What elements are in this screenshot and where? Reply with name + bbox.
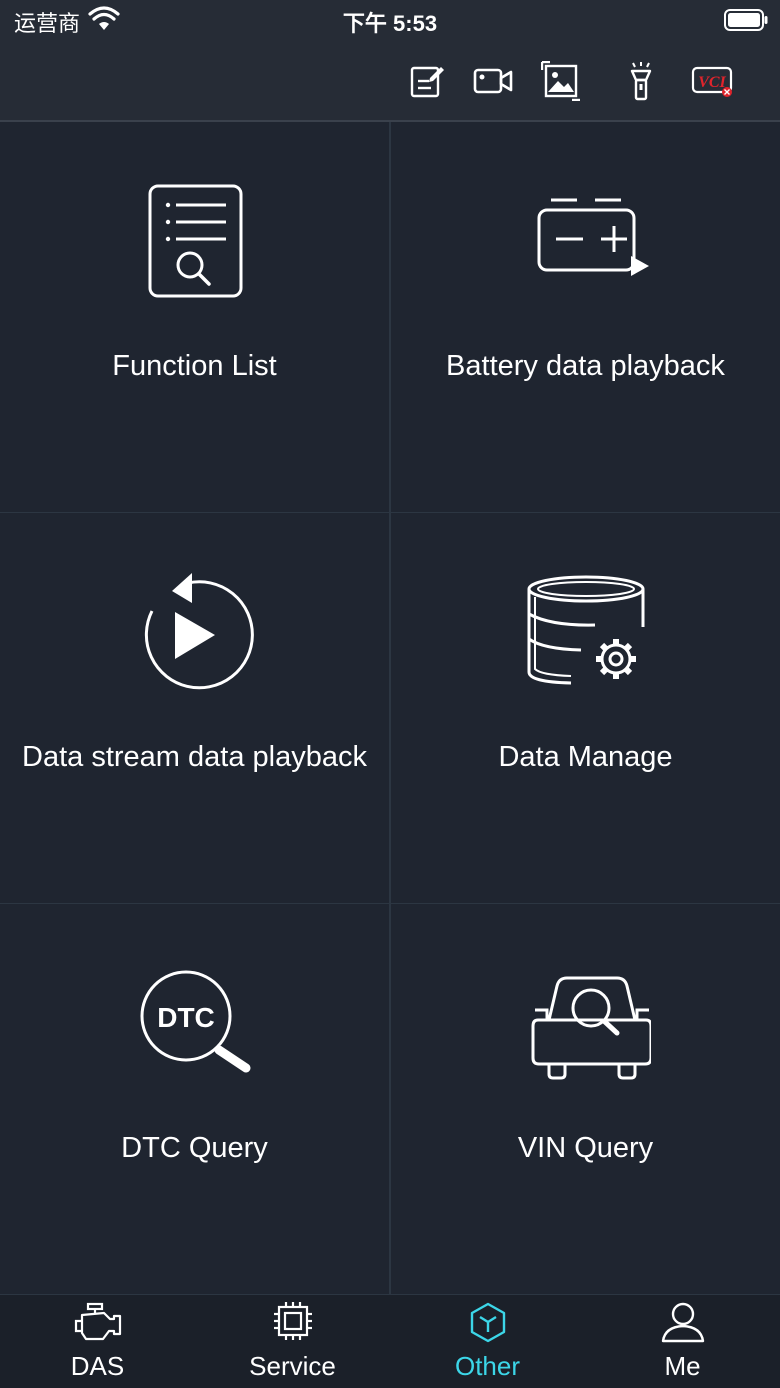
- tab-das[interactable]: DAS: [0, 1295, 195, 1388]
- image-icon: [541, 61, 580, 101]
- tile-label: Function List: [112, 350, 277, 382]
- tab-label: Service: [249, 1351, 336, 1381]
- video-camera-icon: [473, 68, 513, 94]
- replay-icon: [144, 573, 254, 690]
- tile-data-stream-data-playback[interactable]: Data stream data playback: [0, 513, 389, 903]
- battery-icon: [724, 9, 768, 31]
- dtc-icon-text: DTC: [157, 1002, 215, 1033]
- tile-battery-data-playback[interactable]: Battery data playback: [391, 122, 780, 512]
- vci-icon: VCI: [691, 66, 733, 97]
- battery-play-icon: [537, 198, 649, 276]
- bottom-tab-bar: DAS Service Other Me: [0, 1294, 780, 1388]
- status-bar: 运营商 下午 5:53: [0, 0, 780, 40]
- video-record-button[interactable]: [470, 58, 516, 104]
- flashlight-button[interactable]: [618, 58, 664, 104]
- tab-service[interactable]: Service: [195, 1295, 390, 1388]
- cube-icon: [470, 1302, 505, 1343]
- edit-note-button[interactable]: [404, 58, 450, 104]
- flashlight-icon: [630, 62, 652, 101]
- tile-vin-query[interactable]: VIN Query: [391, 904, 780, 1294]
- car-search-icon: [531, 976, 651, 1080]
- tile-label: VIN Query: [517, 1132, 654, 1164]
- tab-label: DAS: [70, 1351, 125, 1381]
- tab-label: Me: [664, 1351, 701, 1381]
- chip-icon: [273, 1302, 312, 1340]
- tile-label: DTC Query: [121, 1132, 268, 1164]
- tab-label: Other: [454, 1351, 521, 1381]
- tile-label: Battery data playback: [446, 350, 725, 382]
- tab-me[interactable]: Me: [585, 1295, 780, 1388]
- document-search-icon: [148, 184, 242, 298]
- tile-label: Data Manage: [498, 741, 673, 773]
- status-time: 下午 5:53: [342, 11, 438, 36]
- tab-other[interactable]: Other: [390, 1295, 585, 1388]
- edit-note-icon: [410, 66, 444, 98]
- function-grid: Function List Battery data playback Data: [0, 122, 780, 1294]
- screenshot-gallery-button[interactable]: [538, 58, 584, 104]
- engine-icon: [74, 1302, 121, 1341]
- dtc-search-icon: DTC: [140, 970, 250, 1073]
- top-toolbar: VCI: [0, 40, 780, 122]
- tile-dtc-query[interactable]: DTC DTC Query: [0, 904, 389, 1294]
- vci-connection-button[interactable]: VCI: [690, 58, 736, 104]
- vci-label: VCI: [698, 74, 726, 91]
- database-gear-icon: [527, 575, 644, 685]
- user-icon: [661, 1302, 704, 1343]
- tile-data-manage[interactable]: Data Manage: [391, 513, 780, 903]
- tile-function-list[interactable]: Function List: [0, 122, 389, 512]
- tile-label: Data stream data playback: [22, 741, 367, 773]
